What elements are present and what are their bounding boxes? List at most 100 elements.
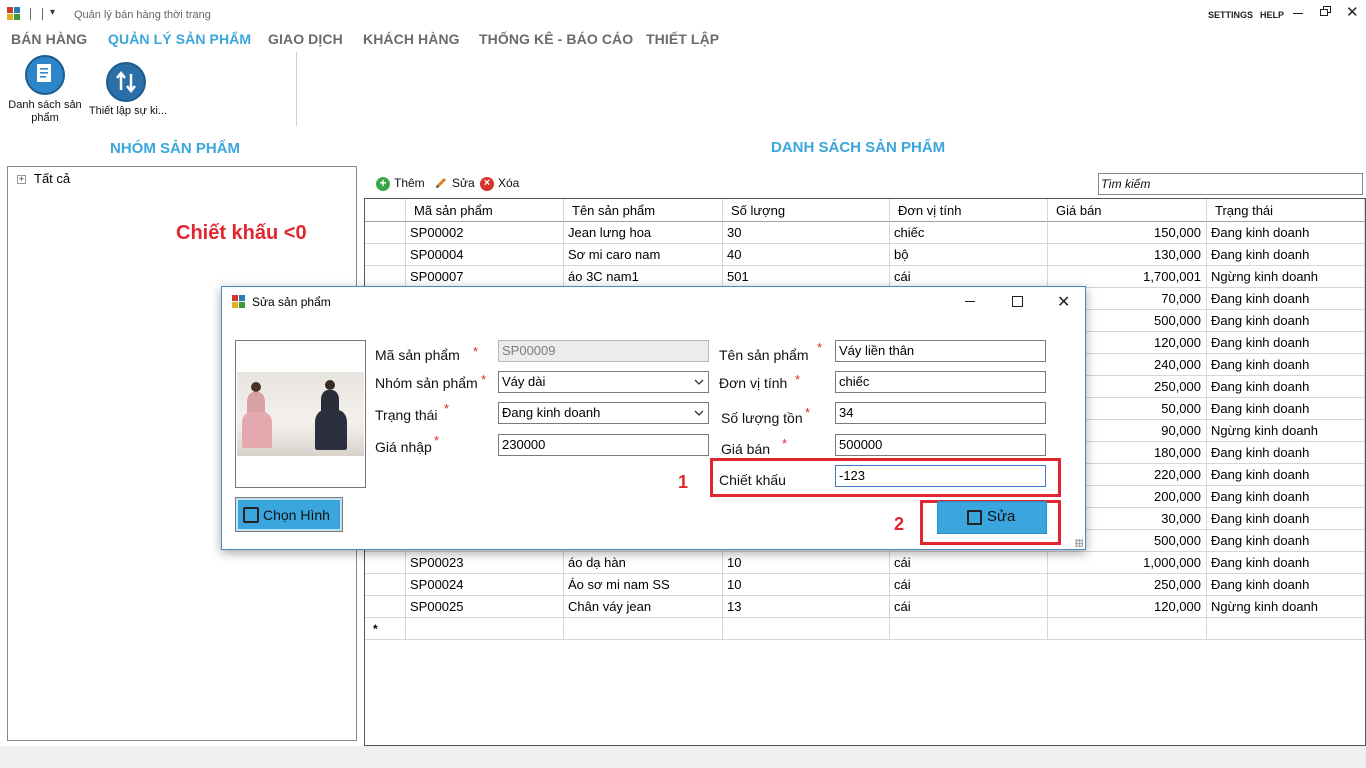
- cell-unit[interactable]: cái: [890, 574, 1048, 596]
- row-header[interactable]: [365, 266, 406, 288]
- edit-button[interactable]: Sửa: [937, 501, 1047, 534]
- dialog-close-icon[interactable]: ✕: [1057, 292, 1070, 312]
- cell-unit[interactable]: cái: [890, 596, 1048, 618]
- close-icon[interactable]: ✕: [1346, 3, 1359, 21]
- cell-name[interactable]: [564, 618, 723, 640]
- cost-price-field[interactable]: 230000: [498, 434, 709, 456]
- new-row[interactable]: *: [365, 618, 1365, 640]
- cell-code[interactable]: SP00024: [406, 574, 564, 596]
- cell-status[interactable]: Đang kinh doanh: [1207, 508, 1365, 530]
- table-row[interactable]: SP00002 Jean lưng hoa 30 chiếc 150,000 Đ…: [365, 222, 1365, 244]
- new-row-marker[interactable]: *: [365, 618, 406, 640]
- tab-ban-hang[interactable]: BÁN HÀNG: [11, 31, 87, 47]
- cell-unit[interactable]: [890, 618, 1048, 640]
- column-header[interactable]: Tên sản phẩm: [564, 199, 723, 222]
- cell-name[interactable]: Áo sơ mi nam SS: [564, 574, 723, 596]
- cell-price[interactable]: 130,000: [1048, 244, 1207, 266]
- settings-link[interactable]: SETTINGS: [1208, 10, 1253, 20]
- expand-icon[interactable]: +: [17, 175, 26, 184]
- unit-field[interactable]: chiếc: [835, 371, 1046, 393]
- cell-status[interactable]: Ngừng kinh doanh: [1207, 266, 1365, 288]
- product-name-field[interactable]: Váy liền thân: [835, 340, 1046, 362]
- cell-unit[interactable]: bộ: [890, 244, 1048, 266]
- row-header[interactable]: [365, 222, 406, 244]
- table-row[interactable]: SP00004 Sơ mi caro nam 40 bộ 130,000 Đan…: [365, 244, 1365, 266]
- tab-quan-ly-san-pham[interactable]: QUẢN LÝ SẢN PHẨM: [108, 31, 251, 47]
- cell-status[interactable]: Đang kinh doanh: [1207, 398, 1365, 420]
- column-header[interactable]: Đơn vị tính: [890, 199, 1048, 222]
- tab-thong-ke-bao-cao[interactable]: THỐNG KÊ - BÁO CÁO: [479, 31, 633, 47]
- cell-qty[interactable]: 501: [723, 266, 890, 288]
- delete-button[interactable]: Xóa: [498, 176, 519, 190]
- status-select[interactable]: Đang kinh doanh: [498, 402, 709, 424]
- pencil-icon[interactable]: [434, 176, 448, 190]
- product-list-button[interactable]: Danh sách sản phẩm: [4, 55, 86, 125]
- minimize-icon[interactable]: [1293, 13, 1303, 14]
- cell-status[interactable]: Đang kinh doanh: [1207, 310, 1365, 332]
- add-button[interactable]: Thêm: [394, 176, 425, 190]
- column-header[interactable]: Giá bán: [1048, 199, 1207, 222]
- cell-status[interactable]: Đang kinh doanh: [1207, 288, 1365, 310]
- table-row[interactable]: SP00024 Áo sơ mi nam SS 10 cái 250,000 Đ…: [365, 574, 1365, 596]
- cell-status[interactable]: Đang kinh doanh: [1207, 552, 1365, 574]
- row-header[interactable]: [365, 596, 406, 618]
- cell-price[interactable]: 1,700,001: [1048, 266, 1207, 288]
- sale-price-field[interactable]: 500000: [835, 434, 1046, 456]
- cell-unit[interactable]: cái: [890, 266, 1048, 288]
- search-input[interactable]: [1099, 174, 1362, 194]
- column-header[interactable]: Trạng thái: [1207, 199, 1365, 222]
- cell-status[interactable]: Đang kinh doanh: [1207, 530, 1365, 552]
- cell-name[interactable]: áo 3C nam1: [564, 266, 723, 288]
- cell-name[interactable]: Jean lưng hoa: [564, 222, 723, 244]
- dialog-maximize-icon[interactable]: [1012, 296, 1023, 307]
- cell-status[interactable]: Đang kinh doanh: [1207, 332, 1365, 354]
- tab-thiet-lap[interactable]: THIẾT LẬP: [646, 31, 719, 47]
- settings-event-button[interactable]: Thiết lập sự ki...: [88, 62, 168, 120]
- cell-name[interactable]: Chân váy jean: [564, 596, 723, 618]
- cell-price[interactable]: 250,000: [1048, 574, 1207, 596]
- edit-product-dialog[interactable]: Sửa sản phẩm ✕ Chọn Hình Mã sản phẩm * N…: [221, 286, 1086, 550]
- tab-giao-dich[interactable]: GIAO DỊCH: [268, 31, 343, 47]
- cell-qty[interactable]: 10: [723, 574, 890, 596]
- cell-status[interactable]: Đang kinh doanh: [1207, 464, 1365, 486]
- restore-icon[interactable]: [1320, 6, 1332, 18]
- tree-item-all[interactable]: Tất cả: [34, 171, 70, 186]
- cell-status[interactable]: Đang kinh doanh: [1207, 442, 1365, 464]
- table-row[interactable]: SP00023 áo dạ hàn 10 cái 1,000,000 Đang …: [365, 552, 1365, 574]
- cell-price[interactable]: [1048, 618, 1207, 640]
- cell-status[interactable]: Đang kinh doanh: [1207, 486, 1365, 508]
- cell-status[interactable]: Đang kinh doanh: [1207, 376, 1365, 398]
- cell-status[interactable]: Đang kinh doanh: [1207, 222, 1365, 244]
- cell-code[interactable]: [406, 618, 564, 640]
- column-header[interactable]: Mã sản phẩm: [406, 199, 564, 222]
- cell-name[interactable]: áo dạ hàn: [564, 552, 723, 574]
- resize-grip-icon[interactable]: [1075, 539, 1083, 547]
- cell-code[interactable]: SP00007: [406, 266, 564, 288]
- column-header[interactable]: Số lượng: [723, 199, 890, 222]
- add-icon[interactable]: +: [376, 177, 390, 191]
- tab-khach-hang[interactable]: KHÁCH HÀNG: [363, 31, 460, 47]
- cell-status[interactable]: Đang kinh doanh: [1207, 244, 1365, 266]
- product-group-select[interactable]: Váy dài: [498, 371, 709, 393]
- cell-qty[interactable]: 30: [723, 222, 890, 244]
- cell-code[interactable]: SP00025: [406, 596, 564, 618]
- stock-quantity-field[interactable]: 34: [835, 402, 1046, 424]
- cell-qty[interactable]: 13: [723, 596, 890, 618]
- cell-status[interactable]: Ngừng kinh doanh: [1207, 596, 1365, 618]
- search-box[interactable]: [1098, 173, 1363, 195]
- edit-toolbar-button[interactable]: Sửa: [452, 176, 475, 190]
- help-link[interactable]: HELP: [1260, 10, 1284, 20]
- row-header[interactable]: [365, 552, 406, 574]
- choose-image-button[interactable]: Chọn Hình: [235, 497, 343, 532]
- dialog-minimize-icon[interactable]: [965, 301, 975, 302]
- delete-icon[interactable]: ×: [480, 177, 494, 191]
- table-row[interactable]: SP00025 Chân váy jean 13 cái 120,000 Ngừ…: [365, 596, 1365, 618]
- cell-code[interactable]: SP00002: [406, 222, 564, 244]
- cell-status[interactable]: Đang kinh doanh: [1207, 354, 1365, 376]
- cell-unit[interactable]: cái: [890, 552, 1048, 574]
- cell-code[interactable]: SP00023: [406, 552, 564, 574]
- cell-unit[interactable]: chiếc: [890, 222, 1048, 244]
- cell-price[interactable]: 120,000: [1048, 596, 1207, 618]
- cell-status[interactable]: Đang kinh doanh: [1207, 574, 1365, 596]
- quick-access-dropdown-icon[interactable]: ▾: [50, 7, 55, 18]
